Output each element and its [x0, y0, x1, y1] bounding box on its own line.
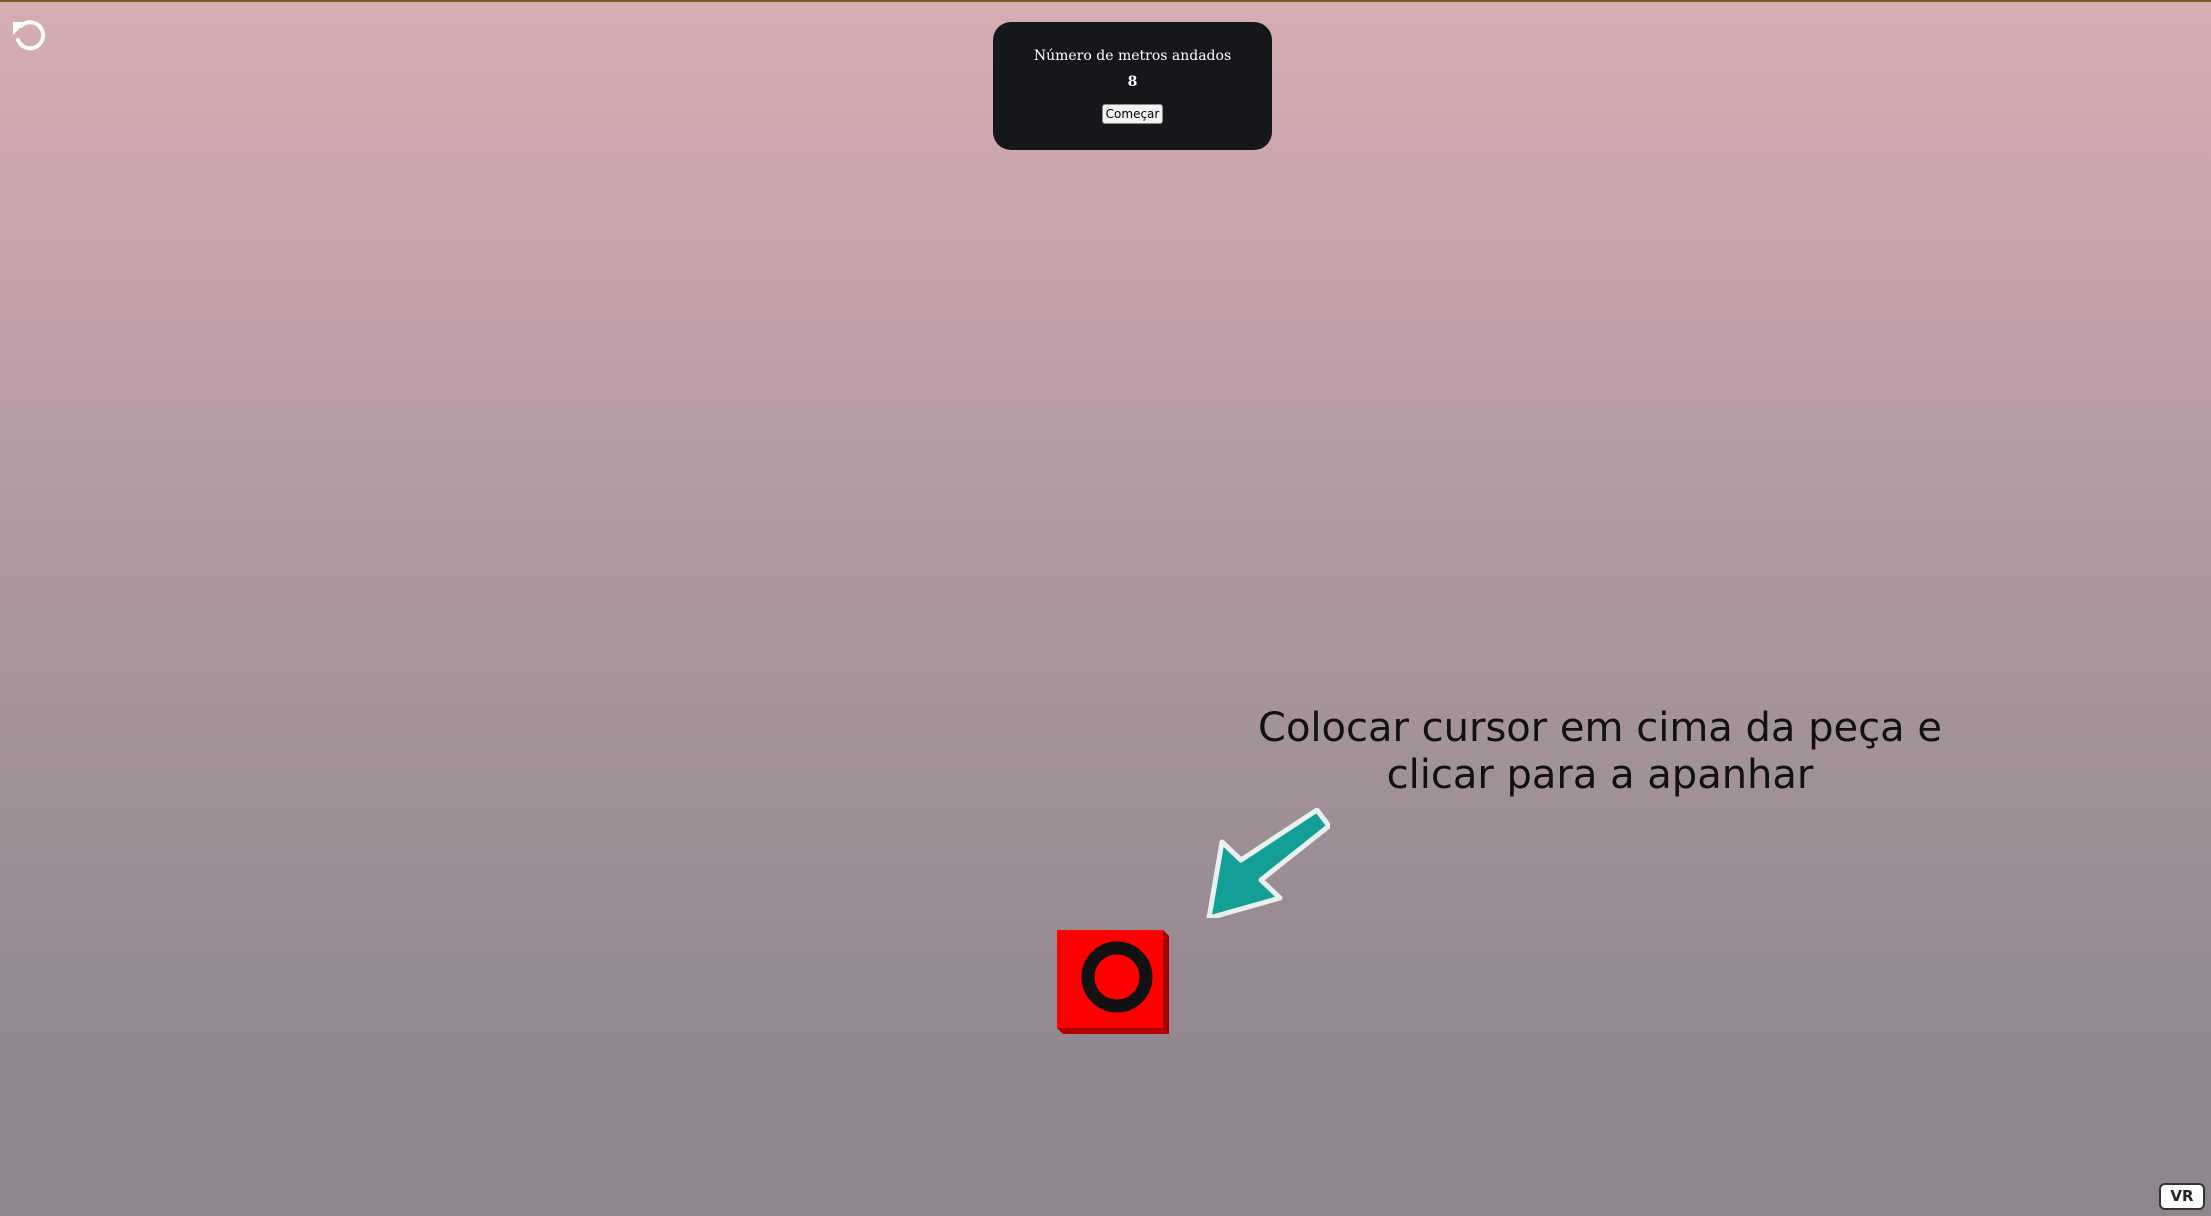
meters-panel: Número de metros andados 8 Começar — [993, 22, 1272, 150]
arrow-pointer-icon — [1206, 808, 1330, 918]
meters-title: Número de metros andados — [1033, 48, 1232, 64]
start-button[interactable]: Começar — [1102, 104, 1163, 124]
instruction-line-1: Colocar cursor em cima da peça e — [1258, 705, 1942, 751]
instruction-line-2: clicar para a apanhar — [1386, 752, 1814, 798]
instruction-text: Colocar cursor em cima da peça e clicar … — [1200, 705, 2000, 799]
red-cube-piece-icon — [1057, 930, 1169, 1034]
reset-button[interactable] — [9, 16, 49, 56]
meters-value: 8 — [1127, 74, 1138, 90]
red-cube-piece[interactable] — [1055, 928, 1170, 1036]
vr-button[interactable]: VR — [2159, 1183, 2205, 1210]
undo-icon — [13, 20, 46, 51]
top-border-line — [0, 0, 2211, 2]
